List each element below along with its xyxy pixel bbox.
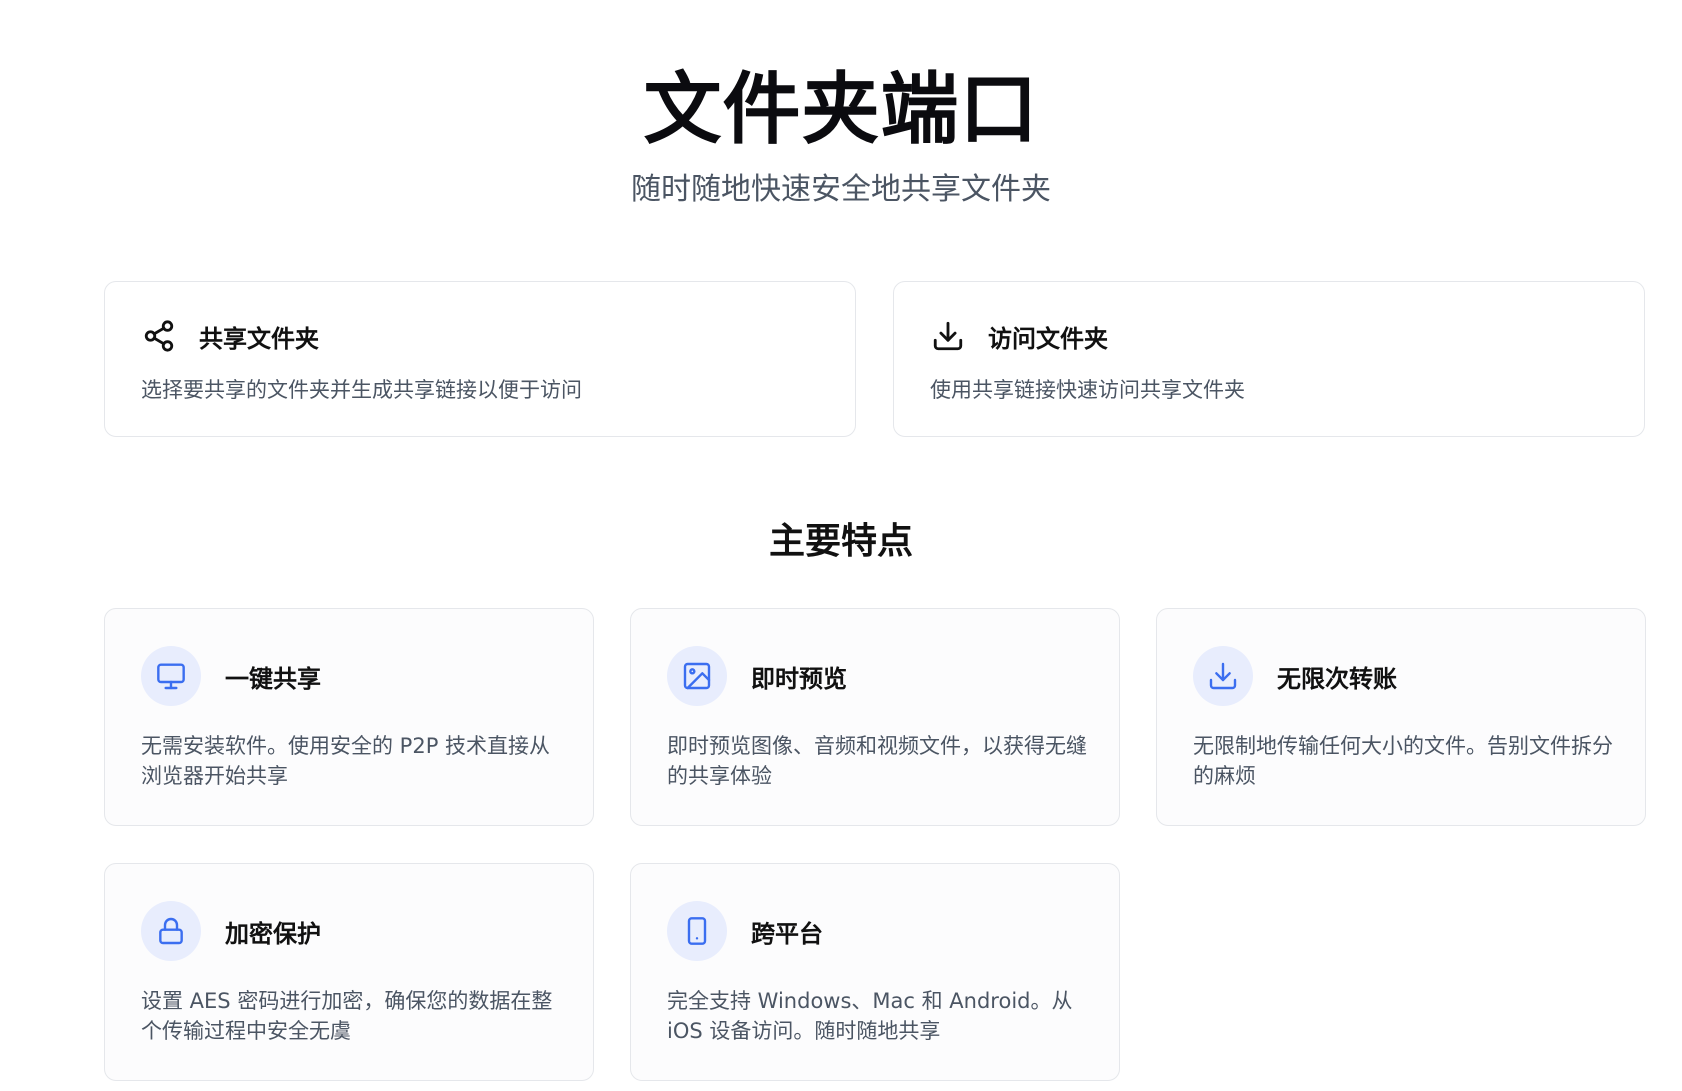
feature-title: 一键共享 <box>225 664 321 693</box>
access-folder-card-header: 访问文件夹 <box>930 318 1108 354</box>
page-subtitle: 随时随地快速安全地共享文件夹 <box>631 172 1051 207</box>
feature-head: 无限次转账 <box>1193 646 1397 706</box>
feature-head: 一键共享 <box>141 646 321 706</box>
feature-card-cross-platform: 跨平台 完全支持 Windows、Mac 和 Android。从 iOS 设备访… <box>630 863 1120 1081</box>
access-folder-card[interactable]: 访问文件夹 使用共享链接快速访问共享文件夹 <box>893 281 1645 437</box>
page-title: 文件夹端口 <box>643 65 1039 155</box>
download-icon <box>930 318 966 354</box>
features-section-title: 主要特点 <box>768 521 913 562</box>
feature-card-encryption: 加密保护 设置 AES 密码进行加密，确保您的数据在整个传输过程中安全无虞 <box>104 863 594 1081</box>
lock-icon <box>141 901 201 961</box>
feature-title: 加密保护 <box>225 919 321 948</box>
access-folder-title: 访问文件夹 <box>988 324 1108 353</box>
feature-title: 无限次转账 <box>1277 664 1397 693</box>
feature-desc: 无需安装软件。使用安全的 P2P 技术直接从浏览器开始共享 <box>141 734 551 788</box>
feature-card-instant-preview: 即时预览 即时预览图像、音频和视频文件，以获得无缝的共享体验 <box>630 608 1120 826</box>
share-icon <box>141 318 177 354</box>
monitor-icon <box>141 646 201 706</box>
feature-title: 跨平台 <box>751 919 823 948</box>
share-folder-card[interactable]: 共享文件夹 选择要共享的文件夹并生成共享链接以便于访问 <box>104 281 856 437</box>
feature-card-one-click-share: 一键共享 无需安装软件。使用安全的 P2P 技术直接从浏览器开始共享 <box>104 608 594 826</box>
feature-desc: 即时预览图像、音频和视频文件，以获得无缝的共享体验 <box>667 734 1087 788</box>
feature-head: 即时预览 <box>667 646 847 706</box>
hero: 文件夹端口 随时随地快速安全地共享文件夹 <box>0 62 1682 210</box>
share-folder-desc: 选择要共享的文件夹并生成共享链接以便于访问 <box>141 378 582 402</box>
image-icon <box>667 646 727 706</box>
feature-desc: 无限制地传输任何大小的文件。告别文件拆分的麻烦 <box>1193 734 1613 788</box>
share-folder-title: 共享文件夹 <box>199 324 319 353</box>
tablet-icon <box>667 901 727 961</box>
feature-desc: 完全支持 Windows、Mac 和 Android。从 iOS 设备访问。随时… <box>667 989 1073 1043</box>
feature-card-unlimited-transfer: 无限次转账 无限制地传输任何大小的文件。告别文件拆分的麻烦 <box>1156 608 1646 826</box>
feature-head: 加密保护 <box>141 901 321 961</box>
access-folder-desc: 使用共享链接快速访问共享文件夹 <box>930 378 1245 402</box>
feature-title: 即时预览 <box>751 664 847 693</box>
feature-desc: 设置 AES 密码进行加密，确保您的数据在整个传输过程中安全无虞 <box>141 989 553 1043</box>
download-icon <box>1193 646 1253 706</box>
share-folder-card-header: 共享文件夹 <box>141 318 319 354</box>
feature-head: 跨平台 <box>667 901 823 961</box>
